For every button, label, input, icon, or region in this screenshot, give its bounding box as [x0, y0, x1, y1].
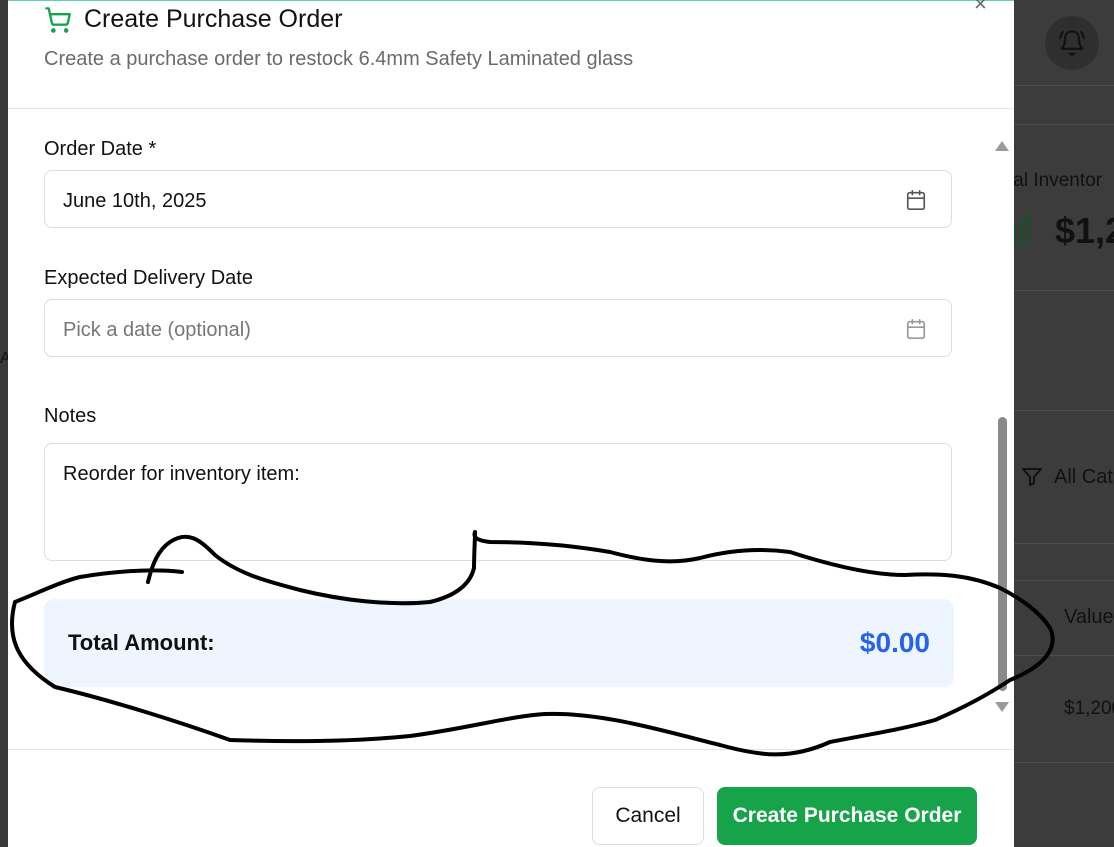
scroll-up-arrow-icon[interactable]: [995, 141, 1009, 151]
dialog-title: Create Purchase Order: [84, 5, 343, 33]
expected-delivery-picker[interactable]: Pick a date (optional): [44, 299, 952, 357]
notification-bell-button[interactable]: [1045, 16, 1099, 70]
order-date-value: June 10th, 2025: [63, 190, 207, 212]
order-date-label: Order Date *: [44, 138, 157, 160]
background-filter-label: All Cat: [1054, 465, 1113, 488]
notes-label: Notes: [44, 405, 97, 427]
expected-delivery-placeholder: Pick a date (optional): [63, 319, 251, 341]
create-purchase-order-dialog: × Create Purchase Order Create a purchas…: [8, 0, 1014, 847]
expected-delivery-label: Expected Delivery Date: [44, 267, 253, 289]
shopping-cart-icon: [45, 6, 71, 33]
order-date-picker[interactable]: June 10th, 2025: [44, 170, 952, 228]
total-amount-label: Total Amount:: [68, 630, 215, 655]
background-stat-title: tal Inventor: [1008, 170, 1102, 191]
background-divider: [1014, 655, 1114, 656]
dialog-header: Create Purchase Order Create a purchase …: [44, 5, 633, 71]
close-icon[interactable]: ×: [974, 0, 987, 15]
total-amount-panel: Total Amount: $0.00: [44, 599, 954, 687]
cancel-button[interactable]: Cancel: [592, 787, 704, 845]
total-amount-value: $0.00: [859, 627, 930, 658]
notes-value: Reorder for inventory item:: [63, 463, 300, 485]
background-divider: [1014, 580, 1114, 581]
background-divider: [1014, 290, 1114, 291]
background-left-edge: [0, 0, 8, 846]
filter-icon: [1022, 468, 1042, 486]
header-divider: [8, 108, 1014, 109]
footer-divider: [8, 749, 1014, 750]
notes-textarea[interactable]: Reorder for inventory item:: [44, 443, 952, 561]
calendar-icon: [906, 190, 926, 210]
background-table-cell: $1,200: [1064, 698, 1114, 719]
background-column-header: Value: [1064, 606, 1114, 628]
background-divider: [1014, 762, 1114, 763]
background-stat-value: $1,2: [1055, 210, 1114, 251]
calendar-icon: [906, 319, 926, 339]
background-category-filter: All Cat: [1020, 465, 1113, 489]
background-divider: [1014, 124, 1114, 125]
scrollbar-thumb[interactable]: [998, 417, 1007, 691]
stat-chart-icon: [1013, 212, 1031, 246]
scroll-down-arrow-icon[interactable]: [995, 702, 1009, 712]
background-divider: [1014, 543, 1114, 544]
background-divider: [1014, 410, 1114, 411]
create-purchase-order-button[interactable]: Create Purchase Order: [717, 787, 977, 845]
background-divider: [1014, 85, 1114, 86]
bell-icon: [1059, 30, 1085, 56]
dialog-subtitle: Create a purchase order to restock 6.4mm…: [44, 48, 634, 70]
